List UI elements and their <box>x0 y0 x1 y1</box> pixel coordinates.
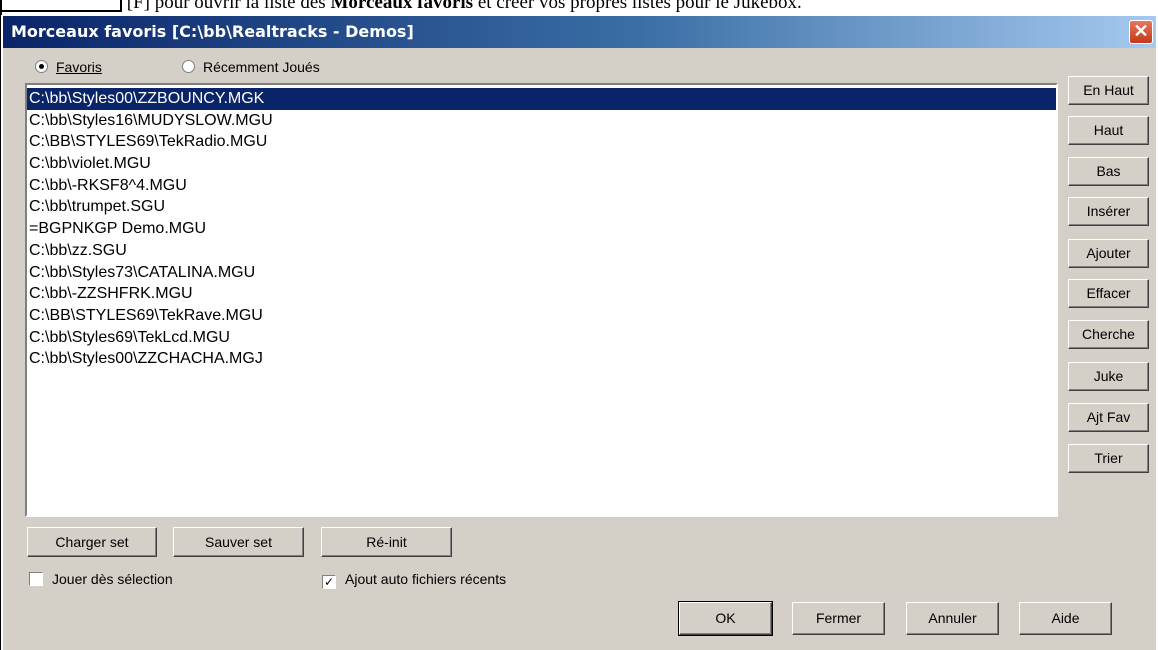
checkbox-empty-icon <box>29 572 43 586</box>
close-button[interactable]: Fermer <box>792 602 885 635</box>
top-button[interactable]: En Haut <box>1068 76 1149 105</box>
delete-button[interactable]: Effacer <box>1068 279 1149 308</box>
background-text-part1: [F] pour ouvrir la liste des <box>126 0 331 13</box>
radio-dot-icon <box>182 60 195 73</box>
favorites-listbox[interactable]: C:\bb\Styles00\ZZBOUNCY.MGK C:\bb\Styles1… <box>25 83 1058 517</box>
list-item[interactable]: C:\bb\trumpet.SGU <box>27 196 1056 218</box>
list-item[interactable]: C:\bb\Styles00\ZZBOUNCY.MGK <box>27 88 1056 110</box>
list-item[interactable]: C:\bb\Styles16\MUDYSLOW.MGU <box>27 110 1056 132</box>
ok-button[interactable]: OK <box>678 601 773 636</box>
list-item[interactable]: =BGPNKGP Demo.MGU <box>27 218 1056 240</box>
list-item[interactable]: C:\bb\-RKSF8^4.MGU <box>27 175 1056 197</box>
auto-add-recent-checkbox[interactable]: ✓ Ajout auto fichiers récents <box>322 571 506 589</box>
load-set-button[interactable]: Charger set <box>27 527 157 557</box>
close-icon[interactable]: ✕ <box>1129 20 1153 44</box>
add-button[interactable]: Ajouter <box>1068 239 1149 268</box>
list-item[interactable]: C:\bb\-ZZSHFRK.MGU <box>27 283 1056 305</box>
background-document-text: [F] pour ouvrir la liste des Morceaux fa… <box>0 0 1158 14</box>
sort-button[interactable]: Trier <box>1068 444 1149 473</box>
up-button[interactable]: Haut <box>1068 116 1149 145</box>
radio-favoris-label: Favoris <box>56 59 102 75</box>
background-text-bold: Morceaux favoris <box>330 0 474 13</box>
play-on-select-label: Jouer dès sélection <box>52 571 173 587</box>
list-item[interactable]: C:\bb\Styles69\TekLcd.MGU <box>27 327 1056 349</box>
checkmark-icon: ✓ <box>322 575 336 589</box>
list-item[interactable]: C:\bb\violet.MGU <box>27 153 1056 175</box>
radio-favoris[interactable]: Favoris <box>35 59 102 77</box>
down-button[interactable]: Bas <box>1068 157 1149 186</box>
radio-dot-selected-icon <box>35 60 48 73</box>
radio-recent-label: Récemment Joués <box>203 59 320 75</box>
list-item[interactable]: C:\BB\STYLES69\TekRadio.MGU <box>27 131 1056 153</box>
list-item[interactable]: C:\bb\zz.SGU <box>27 240 1056 262</box>
list-item[interactable]: C:\BB\STYLES69\TekRave.MGU <box>27 305 1056 327</box>
insert-button[interactable]: Insérer <box>1068 197 1149 226</box>
search-button[interactable]: Cherche <box>1068 320 1149 349</box>
title-bar[interactable]: Morceaux favoris [C:\bb\Realtracks - Dem… <box>3 16 1156 48</box>
cancel-button[interactable]: Annuler <box>906 602 999 635</box>
help-button[interactable]: Aide <box>1019 602 1112 635</box>
background-button-graphic <box>0 0 122 12</box>
save-set-button[interactable]: Sauver set <box>173 527 304 557</box>
list-item[interactable]: C:\bb\Styles73\CATALINA.MGU <box>27 262 1056 284</box>
window-title: Morceaux favoris [C:\bb\Realtracks - Dem… <box>11 22 414 41</box>
juke-button[interactable]: Juke <box>1068 362 1149 391</box>
reset-button[interactable]: Ré-init <box>321 527 452 557</box>
add-fav-button[interactable]: Ajt Fav <box>1068 403 1149 432</box>
list-item[interactable]: C:\bb\Styles00\ZZCHACHA.MGJ <box>27 348 1056 370</box>
radio-recent[interactable]: Récemment Joués <box>182 59 320 77</box>
background-text-part3: et créer vos propres listes pour le Juke… <box>473 0 802 13</box>
auto-add-recent-label: Ajout auto fichiers récents <box>345 571 507 587</box>
favorites-dialog: Morceaux favoris [C:\bb\Realtracks - Dem… <box>1 15 1156 650</box>
play-on-select-checkbox[interactable]: Jouer dès sélection <box>29 571 173 589</box>
